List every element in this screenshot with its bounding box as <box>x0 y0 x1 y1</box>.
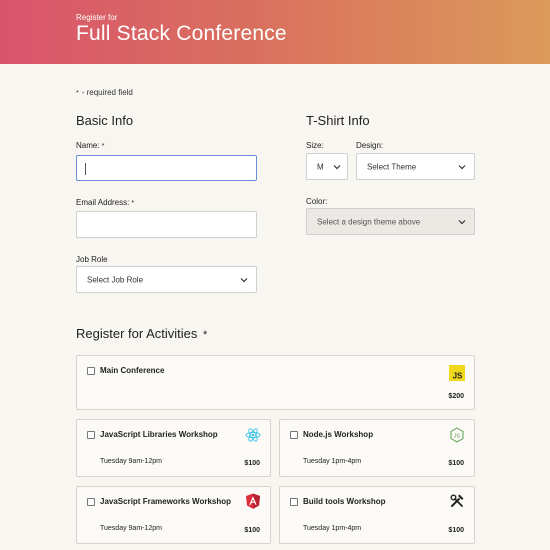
design-select[interactable]: Select Theme <box>356 153 475 180</box>
activity-checkbox[interactable] <box>290 498 298 506</box>
name-input[interactable] <box>76 155 257 181</box>
color-value: Select a design theme above <box>317 217 421 226</box>
activity-js-frameworks-workshop[interactable]: JavaScript Frameworks Workshop Tuesday 9… <box>76 486 271 544</box>
activity-name: Node.js Workshop <box>303 430 374 439</box>
name-label: Name: * <box>76 141 104 150</box>
basic-info-heading: Basic Info <box>76 113 134 128</box>
svg-text:JS: JS <box>453 372 463 381</box>
activity-checkbox[interactable] <box>87 498 95 506</box>
chevron-down-icon <box>458 164 466 169</box>
activity-checkbox[interactable] <box>87 367 95 375</box>
job-role-value: Select Job Role <box>87 275 144 284</box>
text-caret <box>85 163 86 175</box>
color-label: Color: <box>306 197 328 206</box>
size-select[interactable]: M <box>306 153 348 180</box>
activity-name: JavaScript Frameworks Workshop <box>100 497 232 506</box>
required-note-text: - required field <box>81 88 133 97</box>
activity-time: Tuesday 9am-12pm <box>100 458 162 465</box>
activities-heading: Register for Activities * <box>76 326 207 341</box>
name-label-text: Name: <box>76 141 100 150</box>
name-required-marker: * <box>101 143 105 150</box>
activity-time: Tuesday 1pm-4pm <box>303 525 362 532</box>
activity-main-conference[interactable]: Main Conference JS $200 <box>76 355 475 410</box>
design-value: Select Theme <box>367 162 417 171</box>
size-label: Size: <box>306 141 324 150</box>
activity-checkbox[interactable] <box>290 431 298 439</box>
activity-checkbox[interactable] <box>87 431 95 439</box>
tools-icon <box>450 494 464 507</box>
angular-icon <box>246 493 260 509</box>
required-field-note: * - required field <box>76 88 133 97</box>
activity-price: $100 <box>448 527 464 534</box>
activities-heading-text: Register for Activities <box>76 326 198 341</box>
header-subtitle: Register for <box>76 13 118 22</box>
activity-price: $100 <box>244 527 260 534</box>
activity-price: $100 <box>244 460 260 467</box>
required-marker: * <box>76 90 79 97</box>
size-value: M <box>317 162 324 171</box>
activity-build-tools-workshop[interactable]: Build tools Workshop Tuesday 1pm-4pm $10… <box>279 486 475 544</box>
activities-required-marker: * <box>203 329 208 341</box>
chevron-down-icon <box>333 164 341 169</box>
design-label: Design: <box>356 141 384 150</box>
js-icon: JS <box>449 365 465 381</box>
activity-name: Main Conference <box>100 366 165 375</box>
page-header: Register for Full Stack Conference <box>0 0 550 64</box>
email-label-text: Email Address: <box>76 198 130 207</box>
activity-js-libraries-workshop[interactable]: JavaScript Libraries Workshop Tuesday 9a… <box>76 419 271 477</box>
job-role-select[interactable]: Select Job Role <box>76 266 257 293</box>
email-label: Email Address: * <box>76 198 134 207</box>
activity-name: Build tools Workshop <box>303 497 386 506</box>
email-required-marker: * <box>131 200 135 207</box>
chevron-down-icon <box>458 219 466 224</box>
svg-text:JS: JS <box>454 434 461 440</box>
page-title: Full Stack Conference <box>76 22 287 45</box>
activity-price: $100 <box>448 460 464 467</box>
activity-time: Tuesday 9am-12pm <box>100 525 162 532</box>
chevron-down-icon <box>240 277 248 282</box>
activity-price: $200 <box>448 393 464 400</box>
activity-time: Tuesday 1pm-4pm <box>303 458 362 465</box>
nodejs-icon: JS <box>450 427 464 443</box>
email-input[interactable] <box>76 211 257 238</box>
activity-name: JavaScript Libraries Workshop <box>100 430 218 439</box>
job-role-label: Job Role <box>76 255 108 264</box>
react-icon <box>245 428 261 442</box>
activity-nodejs-workshop[interactable]: Node.js Workshop JS Tuesday 1pm-4pm $100 <box>279 419 475 477</box>
tshirt-info-heading: T-Shirt Info <box>306 113 370 128</box>
color-select[interactable]: Select a design theme above <box>306 208 475 235</box>
